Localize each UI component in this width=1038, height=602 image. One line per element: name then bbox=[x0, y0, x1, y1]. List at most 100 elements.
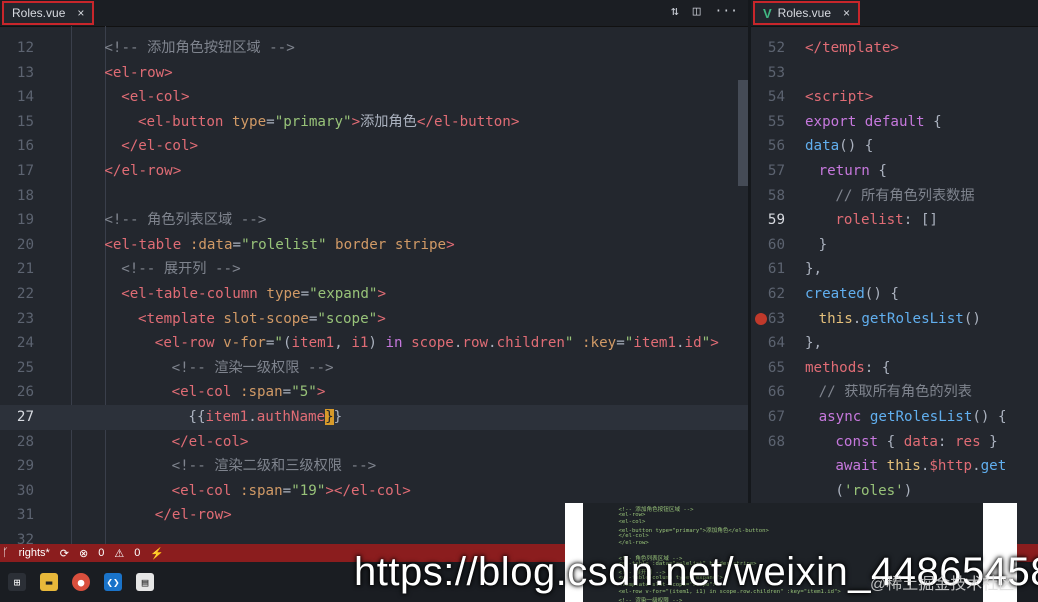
code-text: <!-- 展开列 --> bbox=[121, 261, 241, 278]
split-editor-icon[interactable]: ◫ bbox=[693, 4, 701, 19]
notepad-icon[interactable]: ▤ bbox=[136, 573, 154, 591]
code-text: <el-col> bbox=[121, 89, 190, 106]
code-text: return { bbox=[818, 163, 887, 179]
line-number: 65 bbox=[767, 359, 785, 376]
sync-icon[interactable]: ⟳ bbox=[60, 547, 69, 560]
thumbnail-line: <el-col> bbox=[605, 519, 646, 525]
line-number: 15 bbox=[16, 113, 34, 130]
warning-icon: ⚠ bbox=[114, 547, 125, 560]
code-text: export default { bbox=[805, 113, 942, 130]
tab-roles-vue-left[interactable]: Roles.vue × bbox=[2, 1, 95, 25]
code-text: </el-row> bbox=[104, 163, 182, 179]
line-number: 55 bbox=[767, 113, 785, 130]
code-line[interactable]: 63 this.getRolesList() bbox=[751, 307, 1038, 332]
code-text: <el-table-column type="expand"> bbox=[121, 286, 387, 302]
code-text: <!-- 渲染二级和三级权限 --> bbox=[171, 458, 377, 475]
line-number: 22 bbox=[16, 286, 34, 302]
code-line[interactable]: 21 <!-- 展开列 --> bbox=[0, 257, 748, 282]
close-icon[interactable]: × bbox=[77, 6, 84, 20]
compare-icon[interactable]: ⇅ bbox=[671, 4, 679, 19]
code-line[interactable]: 58 // 所有角色列表数据 bbox=[751, 184, 1038, 209]
more-actions-icon[interactable]: ··· bbox=[715, 4, 738, 19]
code-line[interactable]: ('roles') bbox=[751, 479, 1038, 504]
code-text: this.getRolesList() bbox=[818, 310, 981, 327]
code-line[interactable]: 27 {{item1.authName}} bbox=[0, 405, 748, 430]
code-line[interactable]: 55 export default { bbox=[751, 110, 1038, 135]
code-line[interactable]: 60} bbox=[751, 233, 1038, 258]
right-editor-pane[interactable]: V Roles.vue × 52 </template> 53 54 <script> 5… bbox=[751, 0, 1038, 562]
lightning-icon[interactable]: ⚡ bbox=[150, 547, 164, 560]
code-line[interactable]: 30 <el-col :span="19"></el-col> bbox=[0, 479, 748, 504]
code-text: <el-table :data="rolelist" border stripe… bbox=[104, 236, 455, 253]
thumbnail-line: </el-row> bbox=[605, 540, 649, 546]
code-line[interactable]: 64}, bbox=[751, 331, 1038, 356]
branch-icon: ᚴ bbox=[2, 547, 9, 559]
line-number: 66 bbox=[767, 384, 785, 401]
folder-icon[interactable]: ▬ bbox=[40, 573, 58, 591]
tab-label: Roles.vue bbox=[12, 6, 66, 20]
code-line[interactable]: 68 const { data: res } bbox=[751, 430, 1038, 455]
code-line[interactable]: 17 </el-row> bbox=[0, 159, 748, 184]
thumbnail-line: <!-- 渲染一级权限 --> bbox=[605, 598, 683, 602]
code-text: <el-row> bbox=[104, 64, 173, 81]
left-editor-pane[interactable]: Roles.vue × ⇅ ◫ ··· 12 <!-- 添加角色按钮区域 --> 1… bbox=[0, 0, 748, 562]
code-line[interactable]: 62 created() { bbox=[751, 282, 1038, 307]
thumbnail-line: <el-row> bbox=[605, 512, 646, 518]
code-line[interactable]: 53 bbox=[751, 61, 1038, 86]
left-code-area[interactable]: 12 <!-- 添加角色按钮区域 --> 13 <el-row> 14 <el-col> 1… bbox=[0, 26, 748, 562]
code-line[interactable]: 16 </el-col> bbox=[0, 134, 748, 159]
line-number: 61 bbox=[767, 261, 785, 278]
code-line[interactable]: 67 async getRolesList() { bbox=[751, 405, 1038, 430]
code-line[interactable]: 56 data() { bbox=[751, 134, 1038, 159]
code-line[interactable]: 28 </el-col> bbox=[0, 430, 748, 455]
code-line[interactable]: 65 methods: { bbox=[751, 356, 1038, 381]
code-line[interactable]: 29 <!-- 渲染二级和三级权限 --> bbox=[0, 454, 748, 479]
code-line[interactable]: 13 <el-row> bbox=[0, 61, 748, 86]
warning-count[interactable]: 0 bbox=[134, 547, 140, 559]
tab-roles-vue-right[interactable]: V Roles.vue × bbox=[753, 1, 861, 25]
line-number: 14 bbox=[16, 89, 34, 106]
close-icon[interactable]: × bbox=[843, 6, 850, 20]
code-text: ('roles') bbox=[835, 482, 913, 499]
code-text: <el-col :span="5"> bbox=[171, 384, 326, 401]
code-line[interactable]: 57 return { bbox=[751, 159, 1038, 184]
code-line[interactable]: 23 <template slot-scope="scope"> bbox=[0, 307, 748, 332]
code-line[interactable]: 14 <el-col> bbox=[0, 85, 748, 110]
start-icon[interactable]: ⊞ bbox=[8, 573, 26, 591]
line-number: 13 bbox=[16, 64, 34, 81]
code-line[interactable]: 61}, bbox=[751, 257, 1038, 282]
code-line[interactable]: 24 <el-row v-for="(item1, i1) in scope.ro… bbox=[0, 331, 748, 356]
line-number: 26 bbox=[16, 384, 34, 401]
code-text: <el-row v-for="(item1, i1) in scope.row.… bbox=[154, 335, 719, 352]
line-number: 60 bbox=[767, 236, 785, 253]
git-branch[interactable]: rights* bbox=[19, 547, 50, 559]
code-line[interactable]: 52 </template> bbox=[751, 36, 1038, 61]
line-number: 54 bbox=[767, 89, 785, 106]
line-number: 62 bbox=[767, 286, 785, 302]
code-text: <script> bbox=[805, 89, 874, 106]
code-line[interactable]: 25 <!-- 渲染一级权限 --> bbox=[0, 356, 748, 381]
right-code-area[interactable]: 52 </template> 53 54 <script> 55 export defaul… bbox=[751, 26, 1038, 562]
code-line[interactable]: 59 rolelist: [] bbox=[751, 208, 1038, 233]
code-line[interactable]: 20 <el-table :data="rolelist" border stri… bbox=[0, 233, 748, 258]
left-tab-bar: Roles.vue × ⇅ ◫ ··· bbox=[0, 0, 748, 27]
code-line[interactable]: await this.$http.get bbox=[751, 454, 1038, 479]
line-number: 20 bbox=[16, 236, 34, 253]
code-line[interactable]: 18 bbox=[0, 184, 748, 209]
code-text: <!-- 添加角色按钮区域 --> bbox=[104, 40, 295, 56]
line-number: 30 bbox=[16, 482, 34, 499]
code-line[interactable]: 54 <script> bbox=[751, 85, 1038, 110]
line-number: 59 bbox=[767, 212, 785, 229]
code-line[interactable]: 26 <el-col :span="5"> bbox=[0, 380, 748, 405]
code-text: <!-- 角色列表区域 --> bbox=[104, 212, 267, 229]
error-count[interactable]: 0 bbox=[98, 547, 104, 559]
code-line[interactable]: 15 <el-button type="primary">添加角色</el-but… bbox=[0, 110, 748, 135]
chrome-icon[interactable]: ● bbox=[72, 573, 90, 591]
line-number: 58 bbox=[767, 187, 785, 204]
code-line[interactable]: 22 <el-table-column type="expand"> bbox=[0, 282, 748, 307]
scrollbar[interactable] bbox=[738, 80, 748, 186]
code-line[interactable]: 12 <!-- 添加角色按钮区域 --> bbox=[0, 36, 748, 61]
code-line[interactable]: 66 // 获取所有角色的列表 bbox=[751, 380, 1038, 405]
code-line[interactable]: 19 <!-- 角色列表区域 --> bbox=[0, 208, 748, 233]
vscode-icon[interactable]: ❮❯ bbox=[104, 573, 122, 591]
